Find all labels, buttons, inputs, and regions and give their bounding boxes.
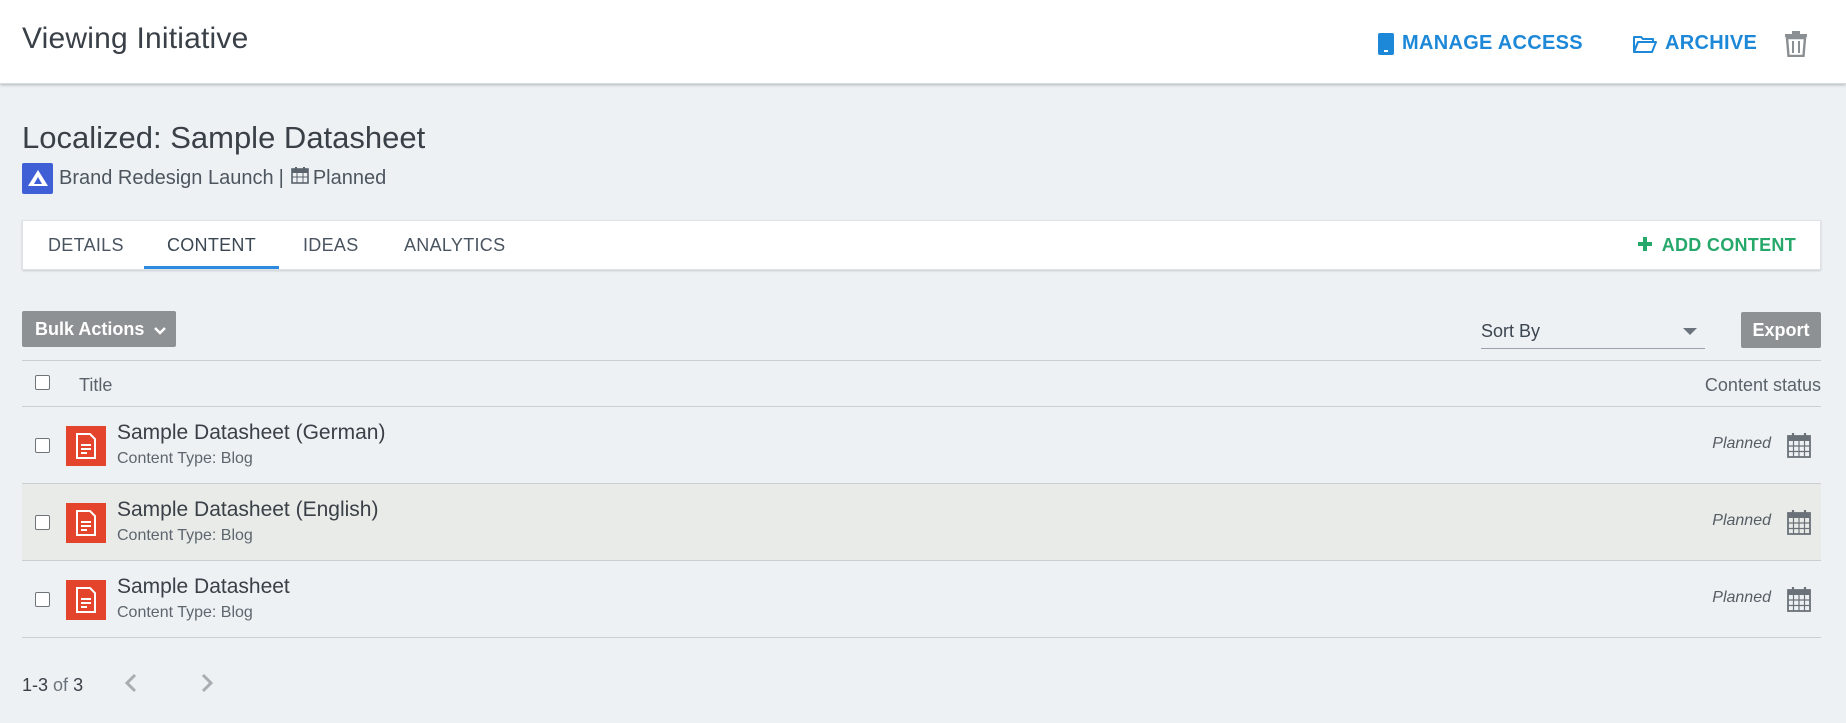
- bulk-actions-button[interactable]: Bulk Actions: [22, 311, 176, 347]
- tab-details[interactable]: DETAILS: [48, 221, 124, 269]
- pagination-summary: 1-3 of 3: [22, 675, 83, 696]
- table-row[interactable]: Sample Datasheet (English) Content Type:…: [22, 484, 1821, 561]
- row-checkbox[interactable]: [35, 438, 50, 453]
- initiative-meta: Brand Redesign Launch | Planned: [22, 162, 387, 194]
- trash-icon[interactable]: [1785, 31, 1807, 62]
- document-icon: [66, 503, 106, 543]
- chevron-down-icon: [154, 319, 167, 340]
- archive-label: ARCHIVE: [1665, 32, 1758, 54]
- caret-down-icon: [1683, 327, 1697, 335]
- folder-open-icon: [1633, 34, 1657, 54]
- row-checkbox[interactable]: [35, 592, 50, 607]
- pagination-range: 1-3: [22, 675, 49, 695]
- calendar-icon[interactable]: [1787, 586, 1811, 617]
- tab-content[interactable]: CONTENT: [144, 221, 279, 269]
- document-icon: [66, 580, 106, 620]
- row-checkbox[interactable]: [35, 515, 50, 530]
- initiative-logo-icon: [22, 162, 53, 194]
- select-all-checkbox[interactable]: [35, 375, 50, 390]
- row-status: Planned: [1712, 589, 1771, 606]
- table-row[interactable]: Sample Datasheet (German) Content Type: …: [22, 407, 1821, 484]
- pagination-of-label: of: [53, 675, 69, 695]
- calendar-icon[interactable]: [1787, 432, 1811, 463]
- initiative-status: Planned: [312, 166, 387, 189]
- top-bar: Viewing Initiative MANAGE ACCESS ARCHIVE: [0, 0, 1846, 84]
- initiative-link[interactable]: Brand Redesign Launch: [59, 167, 274, 190]
- calendar-icon: [291, 166, 309, 190]
- meta-separator: |: [278, 166, 284, 189]
- row-content-type: Content Type: Blog: [117, 604, 253, 621]
- page-header-title: Viewing Initiative: [22, 22, 249, 55]
- add-content-label: ADD CONTENT: [1661, 235, 1796, 255]
- chevron-left-icon[interactable]: [124, 673, 138, 698]
- row-title[interactable]: Sample Datasheet (English): [117, 498, 378, 522]
- sort-by-label: Sort By: [1481, 320, 1541, 341]
- bulk-actions-label: Bulk Actions: [35, 318, 145, 339]
- archive-button[interactable]: ARCHIVE: [1633, 32, 1757, 55]
- tab-bar: DETAILS CONTENT IDEAS ANALYTICS ADD CONT…: [22, 220, 1821, 270]
- row-title[interactable]: Sample Datasheet: [117, 575, 290, 599]
- column-title[interactable]: Title: [79, 375, 112, 396]
- row-status: Planned: [1712, 435, 1771, 452]
- export-button[interactable]: Export: [1741, 312, 1821, 348]
- manage-access-button[interactable]: MANAGE ACCESS: [1378, 32, 1583, 55]
- chevron-right-icon[interactable]: [200, 673, 214, 698]
- table-row[interactable]: Sample Datasheet Content Type: Blog Plan…: [22, 561, 1821, 638]
- row-content-type: Content Type: Blog: [117, 450, 253, 467]
- tab-ideas[interactable]: IDEAS: [303, 221, 359, 269]
- add-content-button[interactable]: ADD CONTENT: [1637, 221, 1796, 269]
- row-status: Planned: [1712, 512, 1771, 529]
- row-content-type: Content Type: Blog: [117, 527, 253, 544]
- table-header: Title Content status: [22, 360, 1821, 407]
- manage-access-label: MANAGE ACCESS: [1402, 32, 1583, 54]
- plus-icon: [1637, 221, 1652, 269]
- tablet-icon: [1378, 32, 1394, 55]
- column-content-status[interactable]: Content status: [1705, 375, 1821, 396]
- content-title: Localized: Sample Datasheet: [22, 120, 426, 155]
- pagination-total: 3: [73, 675, 84, 695]
- row-title[interactable]: Sample Datasheet (German): [117, 421, 385, 445]
- sort-by-select[interactable]: Sort By: [1481, 314, 1705, 349]
- calendar-icon[interactable]: [1787, 509, 1811, 540]
- tab-analytics[interactable]: ANALYTICS: [404, 221, 505, 269]
- document-icon: [66, 426, 106, 466]
- content-table: Title Content status Sample Datasheet (G…: [22, 360, 1821, 638]
